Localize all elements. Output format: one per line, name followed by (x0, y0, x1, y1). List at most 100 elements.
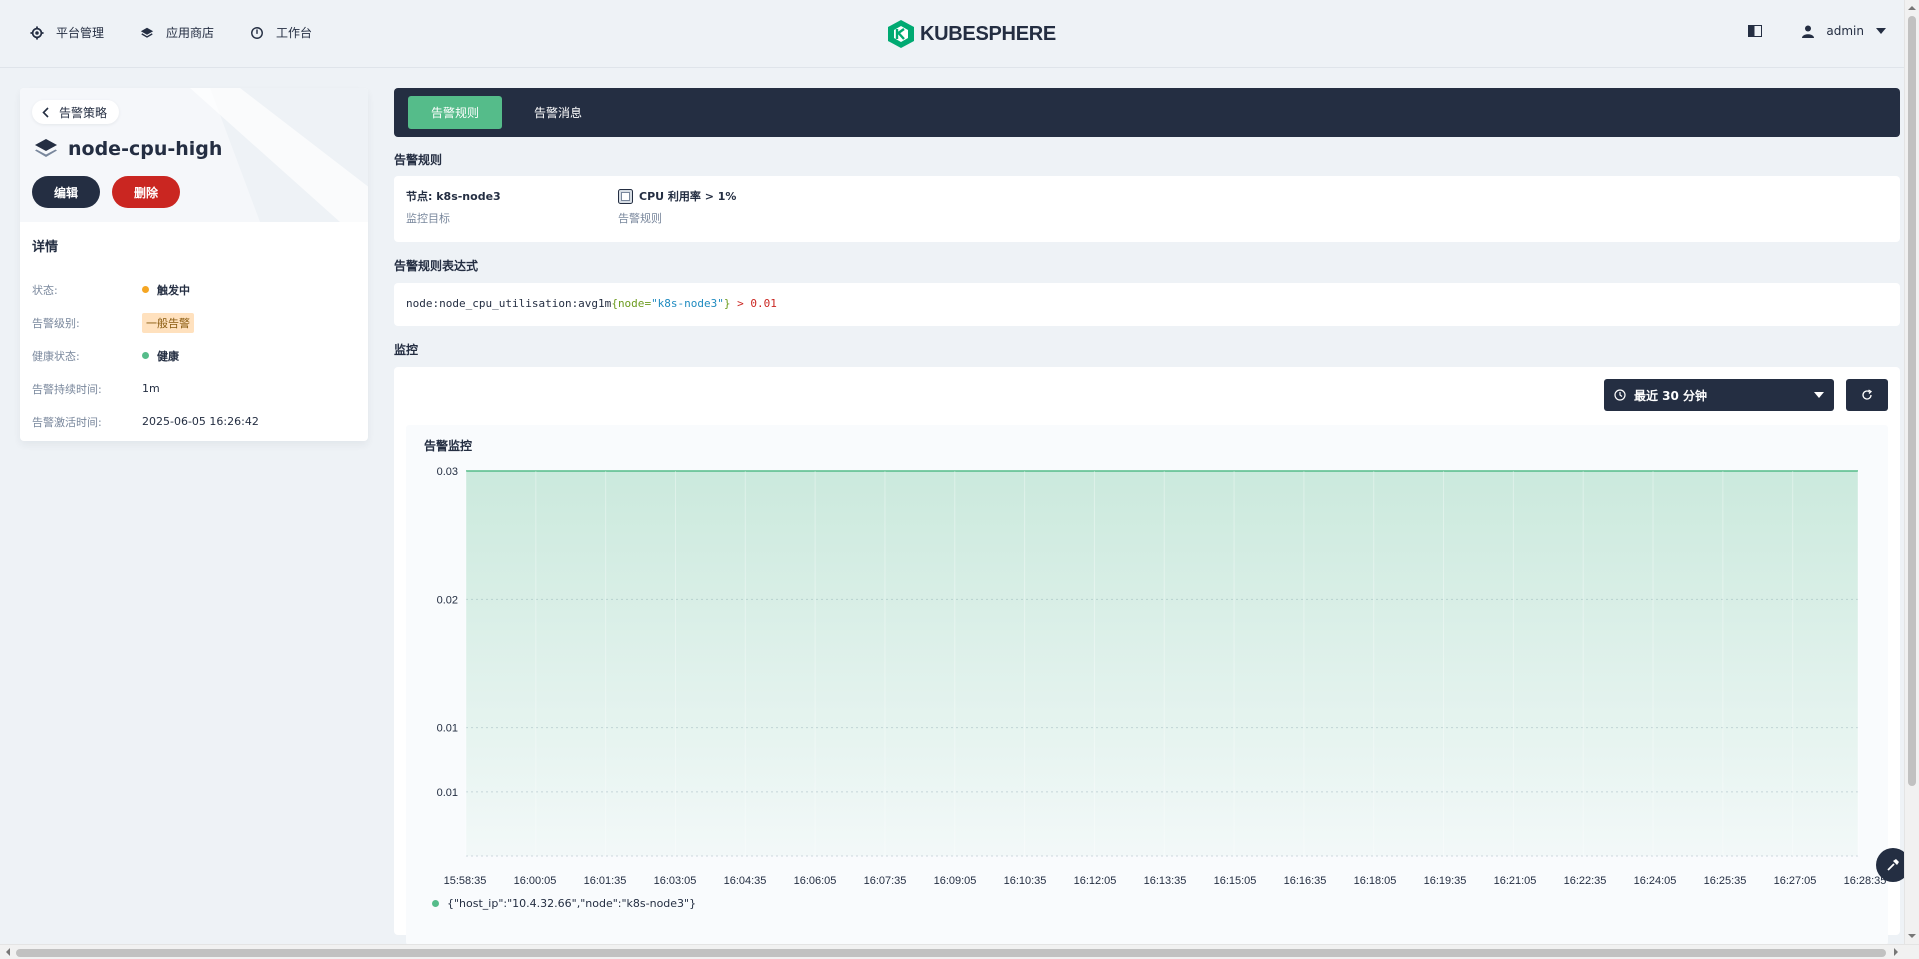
expression-section-title: 告警规则表达式 (394, 259, 479, 273)
top-header: 平台管理 应用商店 工作台 KUBESPHERE admin (0, 0, 1904, 68)
delete-button[interactable]: 删除 (112, 176, 181, 208)
nav-app-store-label: 应用商店 (166, 26, 215, 40)
gear-icon (30, 25, 44, 40)
details-title: 详情 (32, 240, 59, 255)
series-area (466, 471, 1858, 856)
chart-legend-item[interactable]: {"host_ip":"10.4.32.66","node":"k8s-node… (432, 897, 696, 910)
y-tick-label: 0.03 (437, 466, 458, 478)
x-tick-label: 16:03:05 (654, 875, 697, 885)
scroll-left-icon[interactable] (3, 945, 13, 959)
y-tick-label: 0.01 (437, 723, 458, 735)
expr-threshold: 0.01 (750, 297, 777, 310)
nav-platform[interactable]: 平台管理 (30, 24, 104, 41)
refresh-icon (1862, 389, 1873, 400)
time-range-select[interactable]: 最近 30 分钟 (1604, 379, 1834, 411)
logo-text: KUBESPHERE (920, 22, 1056, 45)
cpu-icon (618, 188, 633, 204)
scroll-down-icon[interactable] (1905, 931, 1919, 941)
expr-close-brace: } (723, 297, 731, 310)
layers-icon (35, 139, 57, 157)
monitoring-section-title: 监控 (394, 343, 419, 357)
header-right: admin (1748, 24, 1886, 38)
tab-alert-rules[interactable]: 告警规则 (408, 96, 502, 129)
tab-bar: 告警规则 告警消息 (394, 88, 1900, 137)
detail-row-duration: 告警持续时间: 1m (32, 372, 352, 405)
y-tick-label: 0.02 (437, 594, 458, 606)
x-tick-label: 15:58:35 (444, 875, 487, 885)
x-tick-label: 16:24:05 (1634, 875, 1677, 885)
tab-alert-messages[interactable]: 告警消息 (522, 96, 594, 129)
nav-platform-label: 平台管理 (56, 26, 105, 40)
x-tick-label: 16:07:35 (864, 875, 907, 885)
username: admin (1826, 24, 1864, 38)
vertical-scroll-thumb[interactable] (1908, 16, 1916, 786)
user-menu[interactable]: admin (1802, 24, 1886, 38)
action-buttons: 编辑 删除 (32, 176, 181, 208)
detail-label: 告警持续时间: (32, 382, 102, 396)
kubesphere-logo[interactable]: KUBESPHERE (888, 20, 1056, 48)
x-tick-label: 16:12:05 (1074, 875, 1117, 885)
layers-icon (140, 27, 154, 38)
nav-workbench[interactable]: 工作台 (250, 24, 312, 41)
horizontal-scrollbar[interactable] (0, 944, 1919, 959)
detail-label: 告警级别: (32, 316, 80, 330)
chart-plot[interactable]: 0.03 0.02 0.01 0.01 15:58:35 16:00:05 16:01:35… (406, 425, 1888, 885)
hammer-icon (1887, 859, 1899, 871)
rules-section-title: 告警规则 (394, 153, 443, 167)
caret-down-icon (1876, 28, 1886, 34)
rule-label: 告警规则 (618, 212, 662, 225)
edit-button[interactable]: 编辑 (32, 176, 101, 208)
y-tick-label: 0.01 (437, 787, 458, 799)
x-tick-label: 16:27:05 (1774, 875, 1817, 885)
back-label: 告警策略 (59, 105, 108, 120)
back-button[interactable]: 告警策略 (32, 100, 120, 124)
horizontal-scroll-thumb[interactable] (16, 949, 1886, 957)
monitor-target: 节点: k8s-node3 监控目标 (406, 188, 501, 226)
title-row: node-cpu-high (34, 138, 222, 160)
detail-value: 健康 (142, 348, 179, 364)
legend-dot (432, 900, 439, 907)
refresh-button[interactable] (1846, 379, 1888, 411)
nav-workbench-label: 工作台 (276, 26, 313, 40)
nav-app-store[interactable]: 应用商店 (140, 24, 214, 41)
scroll-up-icon[interactable] (1905, 3, 1919, 13)
expr-op: > (730, 297, 751, 310)
expr-metric: node:node_cpu_utilisation:avg1m (406, 297, 612, 310)
x-tick-label: 16:00:05 (514, 875, 557, 885)
detail-label: 健康状态: (32, 349, 80, 363)
details-section: 详情 状态: 触发中 告警级别: 一般告警 健康状态: 健康 告警持续时间: 1… (32, 236, 352, 438)
rule-value-row: CPU 利用率 > 1% (618, 188, 736, 204)
detail-row-health: 健康状态: 健康 (32, 339, 352, 372)
kubesphere-logo-icon (888, 20, 914, 48)
severity-badge: 一般告警 (142, 312, 194, 333)
detail-row-severity: 告警级别: 一般告警 (32, 306, 352, 339)
chevron-left-icon (42, 106, 49, 118)
monitoring-panel: 最近 30 分钟 告警监控 0.03 0.02 0.01 0.01 15:58:35 16… (394, 367, 1900, 945)
dashboard-icon (251, 26, 263, 39)
detail-value: 一般告警 (142, 312, 194, 333)
detail-value: 2025-06-05 16:26:42 (142, 415, 259, 428)
user-icon (1802, 25, 1815, 38)
x-tick-label: 16:06:05 (794, 875, 837, 885)
x-tick-label: 16:16:35 (1284, 875, 1327, 885)
expression-code: node:node_cpu_utilisation:avg1m{node="k8… (406, 297, 777, 310)
target-value: 节点: k8s-node3 (406, 190, 501, 203)
scroll-right-icon[interactable] (1891, 945, 1901, 959)
expression-panel: node:node_cpu_utilisation:avg1m{node="k8… (394, 283, 1900, 326)
x-tick-label: 16:21:05 (1494, 875, 1537, 885)
x-tick-label: 16:18:05 (1354, 875, 1397, 885)
detail-row-activated: 告警激活时间: 2025-06-05 16:26:42 (32, 405, 352, 438)
vertical-scrollbar[interactable] (1904, 0, 1919, 944)
alert-monitor-chart: 告警监控 0.03 0.02 0.01 0.01 15:58:35 16:00:05 16:… (406, 425, 1888, 945)
status-text: 触发中 (157, 283, 190, 297)
x-tick-label: 16:15:05 (1214, 875, 1257, 885)
top-nav: 平台管理 应用商店 工作台 (30, 24, 312, 41)
rule-value: CPU 利用率 > 1% (639, 190, 737, 203)
rules-panel: 节点: k8s-node3 监控目标 CPU 利用率 > 1% 告警规则 (394, 176, 1900, 242)
healthy-status-dot (142, 352, 149, 359)
detail-value: 1m (142, 382, 160, 395)
document-icon[interactable] (1748, 25, 1763, 37)
x-tick-label: 16:25:35 (1704, 875, 1747, 885)
alert-rule: CPU 利用率 > 1% 告警规则 (618, 188, 736, 226)
detail-label: 状态: (32, 283, 58, 297)
